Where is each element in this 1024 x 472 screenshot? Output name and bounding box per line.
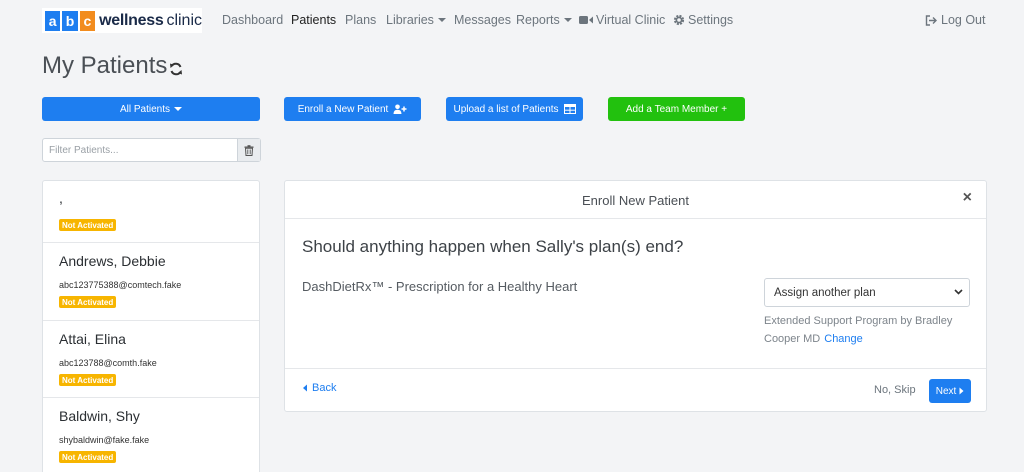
patient-email: abc123775388@comtech.fake — [59, 280, 182, 290]
patient-name: Andrews, Debbie — [59, 253, 166, 269]
video-icon — [579, 16, 593, 24]
page-title: My Patients — [42, 52, 183, 80]
status-badge: Not Activated — [59, 374, 117, 386]
refresh-icon[interactable] — [169, 62, 183, 76]
dialog-divider — [285, 368, 986, 369]
extended-support-info: Extended Support Program by Bradley Coop… — [764, 312, 974, 348]
patient-list-item[interactable]: Baldwin, Shy shybaldwin@fake.fake Not Ac… — [43, 398, 259, 472]
clear-filter-button[interactable] — [237, 139, 260, 161]
logo-letter-c: c — [79, 10, 96, 31]
logo-word-wellness: wellness — [99, 11, 164, 29]
change-plan-link[interactable]: Change — [824, 333, 863, 345]
status-badge: Not Activated — [59, 296, 117, 308]
logout-link[interactable]: Log Out — [925, 13, 985, 27]
nav-reports-label: Reports — [516, 13, 560, 27]
add-team-member-button[interactable]: Add a Team Member + — [608, 97, 745, 121]
back-button[interactable]: Back — [302, 382, 336, 394]
logo-letter-b: b — [62, 10, 78, 31]
patient-name: Baldwin, Shy — [59, 408, 140, 424]
patient-name: , — [59, 190, 63, 206]
chevron-down-icon — [437, 18, 446, 22]
top-navbar: a b c wellness clinic Dashboard Patients… — [0, 0, 1024, 40]
upload-patients-label: Upload a list of Patients — [453, 103, 559, 115]
chevron-down-icon — [563, 18, 572, 22]
patient-list-item[interactable]: Andrews, Debbie abc123775388@comtech.fak… — [43, 243, 259, 321]
logo-letter-a: a — [45, 10, 61, 31]
enroll-patient-label: Enroll a New Patient — [297, 103, 389, 115]
add-team-member-label: Add a Team Member + — [625, 103, 728, 115]
user-plus-icon — [393, 104, 407, 114]
chevron-right-icon — [959, 387, 964, 395]
trash-icon — [244, 144, 254, 156]
logo-word-clinic: clinic — [166, 11, 202, 29]
patient-name: Attai, Elina — [59, 331, 126, 347]
plan-end-action-value: Assign another plan — [774, 286, 876, 299]
patient-list-item[interactable]: , Not Activated — [43, 181, 259, 243]
enroll-patient-button[interactable]: Enroll a New Patient — [284, 97, 421, 121]
sign-out-icon — [925, 14, 937, 26]
plan-name: DashDietRx™ - Prescription for a Healthy… — [302, 279, 578, 294]
chevron-down-icon — [174, 107, 183, 111]
nav-patients[interactable]: Patients — [291, 13, 336, 27]
filter-patients — [42, 138, 261, 162]
dialog-title: Enroll New Patient — [582, 193, 689, 208]
nav-libraries-label: Libraries — [386, 13, 434, 27]
next-button[interactable]: Next — [929, 379, 971, 403]
nav-plans[interactable]: Plans — [345, 13, 376, 27]
next-label: Next — [935, 385, 957, 397]
table-icon — [563, 104, 576, 114]
logout-label: Log Out — [941, 13, 986, 27]
close-icon[interactable]: × — [963, 190, 972, 206]
nav-dashboard[interactable]: Dashboard — [222, 13, 283, 27]
nav-virtual-clinic[interactable]: Virtual Clinic — [579, 13, 665, 27]
all-patients-label: All Patients — [119, 103, 171, 115]
filter-patients-input[interactable] — [43, 139, 237, 161]
upload-patients-button[interactable]: Upload a list of Patients — [446, 97, 583, 121]
clinic-logo[interactable]: a b c wellness clinic — [42, 8, 202, 33]
status-badge: Not Activated — [59, 219, 117, 231]
nav-libraries[interactable]: Libraries — [386, 13, 446, 27]
plan-end-action-select[interactable]: Assign another plan — [764, 278, 970, 307]
patient-email: abc123788@comth.fake — [59, 358, 157, 368]
gear-icon — [673, 14, 685, 26]
skip-button[interactable]: No, Skip — [874, 384, 916, 396]
chevron-down-icon — [954, 289, 963, 295]
plan-end-question: Should anything happen when Sally's plan… — [302, 237, 684, 256]
chevron-left-icon — [303, 384, 307, 392]
nav-messages[interactable]: Messages — [454, 13, 511, 27]
dialog-header: Enroll New Patient × — [285, 181, 986, 219]
nav-settings[interactable]: Settings — [673, 13, 733, 27]
status-badge: Not Activated — [59, 451, 117, 463]
patient-list: , Not Activated Andrews, Debbie abc12377… — [42, 180, 260, 472]
nav-reports[interactable]: Reports — [516, 13, 572, 27]
patient-list-item[interactable]: Attai, Elina abc123788@comth.fake Not Ac… — [43, 321, 259, 398]
nav-virtual-clinic-label: Virtual Clinic — [596, 13, 666, 27]
patient-email: shybaldwin@fake.fake — [59, 435, 150, 445]
all-patients-dropdown[interactable]: All Patients — [42, 97, 260, 121]
enroll-patient-dialog: Enroll New Patient × Should anything hap… — [284, 180, 987, 412]
back-label: Back — [312, 382, 337, 394]
page-title-text: My Patients — [42, 52, 168, 79]
nav-settings-label: Settings — [688, 13, 734, 27]
